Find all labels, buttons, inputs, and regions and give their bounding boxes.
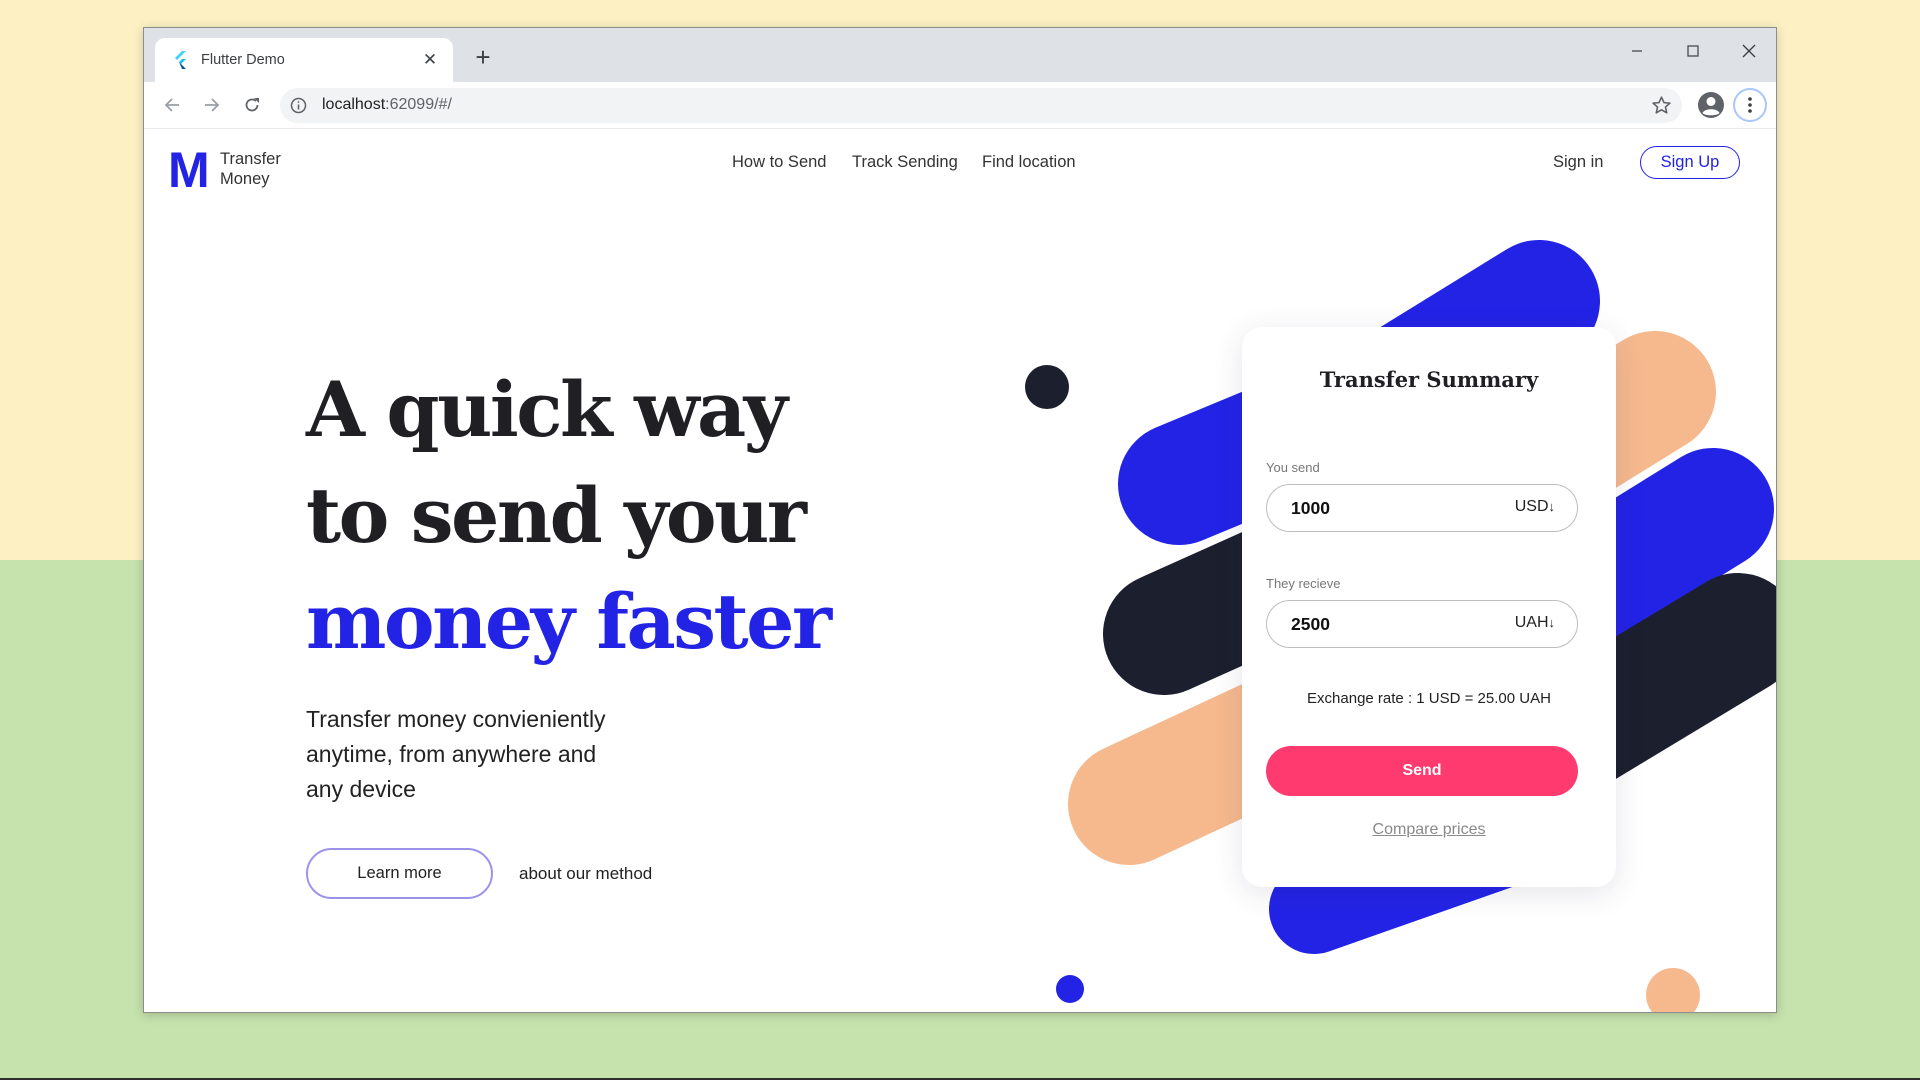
- receive-currency-label: UAH: [1514, 614, 1549, 631]
- compare-prices-link[interactable]: Compare prices: [1242, 821, 1616, 839]
- tab-close-icon[interactable]: ✕: [421, 50, 439, 70]
- address-bar[interactable]: localhost:62099/#/: [280, 88, 1682, 123]
- they-receive-label: They recieve: [1266, 576, 1341, 591]
- browser-window: Flutter Demo ✕ + localhost:62099/#/ M Tr…: [143, 27, 1777, 1013]
- more-vert-icon[interactable]: [1733, 88, 1767, 122]
- new-tab-plus-icon[interactable]: +: [468, 42, 498, 73]
- arrow-down-icon: ↓: [1548, 615, 1556, 630]
- flutter-favicon-icon: [175, 51, 186, 69]
- receive-amount-field[interactable]: 2500 UAH↓: [1266, 600, 1578, 648]
- tab-strip: Flutter Demo ✕ +: [144, 28, 1776, 82]
- window-close-icon[interactable]: [1729, 36, 1769, 66]
- you-send-label: You send: [1266, 460, 1320, 475]
- transfer-summary-card: Transfer Summary You send 1000 USD↓ They…: [1242, 327, 1616, 887]
- back-arrow-icon[interactable]: [157, 90, 187, 120]
- star-icon[interactable]: [1651, 95, 1672, 116]
- receive-amount-value[interactable]: 2500: [1291, 614, 1330, 635]
- peach-dot: [1646, 968, 1700, 1012]
- url-host: localhost: [322, 96, 386, 113]
- send-currency-select[interactable]: USD↓: [1515, 498, 1555, 516]
- forward-arrow-icon[interactable]: [197, 90, 227, 120]
- send-amount-value[interactable]: 1000: [1291, 498, 1330, 519]
- tab-title: Flutter Demo: [201, 52, 285, 68]
- maximize-icon[interactable]: [1673, 36, 1713, 66]
- info-icon[interactable]: [290, 97, 307, 114]
- browser-toolbar: localhost:62099/#/: [144, 82, 1776, 129]
- send-button[interactable]: Send: [1266, 746, 1578, 796]
- blue-dot-small: [1056, 975, 1084, 1003]
- exchange-rate-text: Exchange rate : 1 USD = 25.00 UAH: [1307, 690, 1551, 707]
- url-path: :62099/#/: [385, 96, 452, 113]
- browser-tab[interactable]: Flutter Demo ✕: [155, 38, 453, 82]
- card-title: Transfer Summary: [1319, 367, 1539, 392]
- profile-icon[interactable]: [1696, 90, 1726, 120]
- send-amount-field[interactable]: 1000 USD↓: [1266, 484, 1578, 532]
- arrow-down-icon: ↓: [1548, 499, 1556, 514]
- url-text[interactable]: localhost:62099/#/: [322, 96, 452, 114]
- send-currency-label: USD: [1514, 498, 1549, 515]
- page-content: M Transfer Money How to Send Track Sendi…: [144, 129, 1776, 1012]
- minimize-icon[interactable]: [1617, 36, 1657, 66]
- reload-icon[interactable]: [237, 90, 267, 120]
- navy-dot: [1025, 365, 1069, 409]
- receive-currency-select[interactable]: UAH↓: [1515, 614, 1555, 632]
